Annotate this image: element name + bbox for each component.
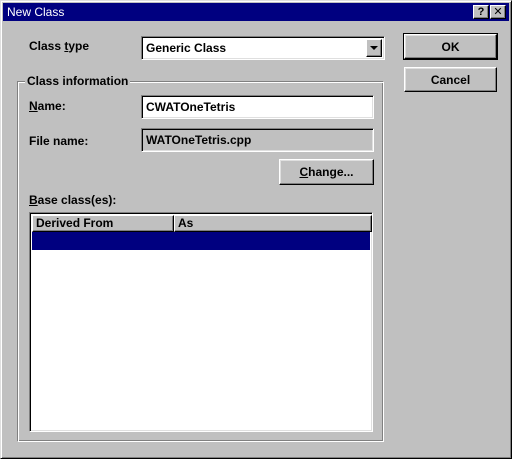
column-as[interactable]: As: [174, 215, 372, 232]
name-value: CWATOneTetris: [146, 100, 236, 114]
change-button[interactable]: Change...: [279, 159, 374, 185]
base-classes-list[interactable]: Derived From As: [29, 212, 373, 432]
help-button[interactable]: ?: [473, 5, 489, 19]
class-type-combo[interactable]: Generic Class: [141, 36, 385, 60]
close-icon: ✕: [493, 6, 503, 18]
name-label: Name:: [29, 99, 66, 113]
ok-button[interactable]: OK: [403, 33, 498, 60]
base-classes-label: Base class(es):: [29, 193, 117, 207]
list-header: Derived From As: [32, 215, 372, 232]
window-title: New Class: [7, 5, 65, 19]
file-name-label: File name:: [29, 134, 89, 148]
list-item-selected[interactable]: [32, 232, 370, 250]
help-icon: ?: [477, 6, 485, 18]
name-input[interactable]: CWATOneTetris: [141, 95, 374, 119]
chevron-down-icon[interactable]: [366, 39, 382, 57]
new-class-dialog: New Class ? ✕ Class type Generic Class O…: [0, 0, 512, 459]
class-type-value: Generic Class: [146, 41, 227, 55]
file-name-field: WATOneTetris.cpp: [141, 128, 374, 152]
file-name-value: WATOneTetris.cpp: [146, 133, 252, 147]
cancel-button[interactable]: Cancel: [404, 67, 497, 92]
class-type-label: Class type: [29, 39, 90, 53]
column-derived-from[interactable]: Derived From: [32, 215, 174, 232]
class-information-title: Class information: [25, 74, 131, 88]
title-bar[interactable]: New Class ? ✕: [3, 3, 509, 21]
close-button[interactable]: ✕: [490, 5, 506, 19]
